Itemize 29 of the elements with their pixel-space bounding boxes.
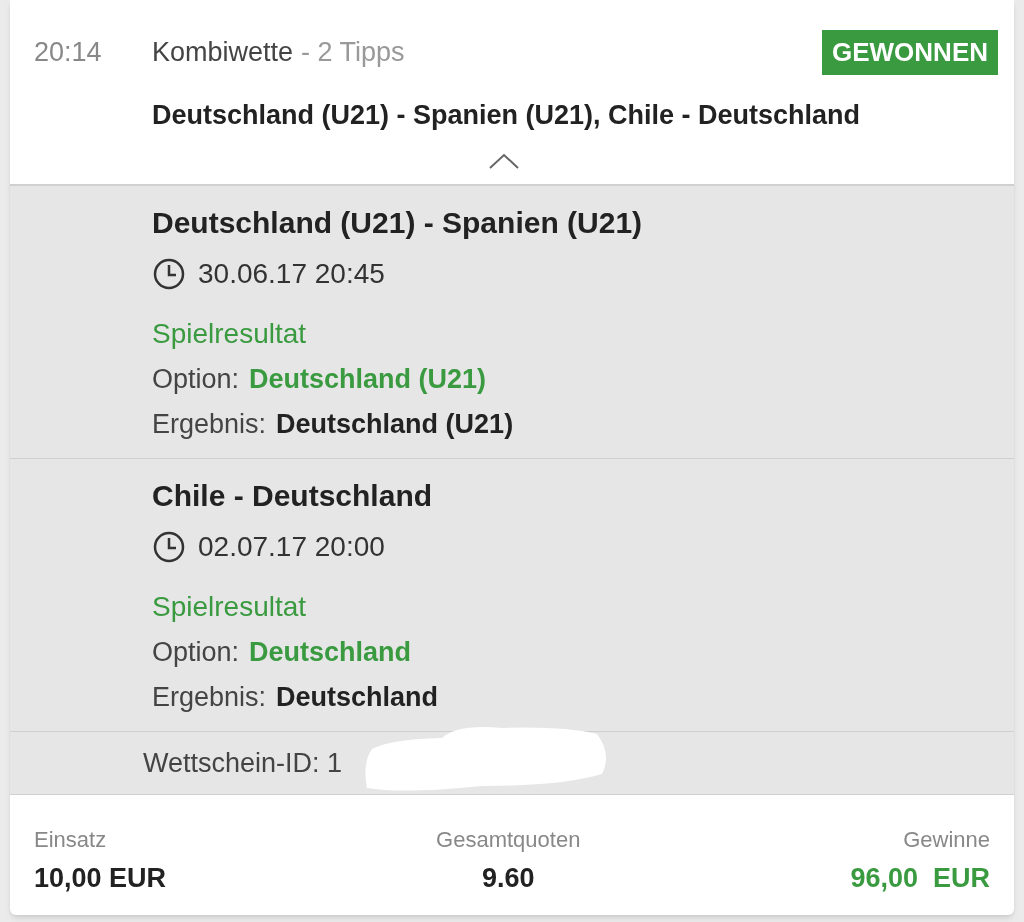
match-title: Chile - Deutschland — [152, 478, 434, 514]
result-value: Deutschland — [276, 680, 439, 714]
stake-label: Einsatz — [34, 826, 108, 854]
total-odds-label: Gesamtquoten — [436, 826, 581, 854]
option-label: Option: — [152, 363, 240, 396]
winnings-value: 96,00 EUR — [850, 862, 990, 895]
option-value: Deutschland — [249, 636, 412, 669]
bet-time: 20:14 — [33, 36, 103, 70]
total-odds-value: 9.60 — [481, 862, 535, 895]
collapse-chevron-icon[interactable] — [488, 151, 520, 170]
matches-summary: Deutschland (U21) - Spanien (U21), Chile - Deutschland — [152, 99, 862, 132]
status-badge: GEWONNEN — [822, 30, 998, 75]
bet-slip-id: Wettschein-ID: 1 — [143, 746, 343, 780]
option-value: Deutschland (U21) — [249, 363, 487, 396]
clock-icon — [152, 530, 186, 564]
market-name: Spielresultat — [152, 317, 308, 351]
match-title: Deutschland (U21) - Spanien (U21) — [152, 205, 644, 241]
tip-count: - 2 Tipps — [301, 36, 405, 70]
option-label: Option: — [152, 636, 240, 669]
match-datetime: 02.07.17 20:00 — [198, 530, 385, 564]
stake-value: 10,00 EUR — [34, 862, 167, 895]
result-label: Ergebnis: — [152, 407, 267, 441]
clock-icon — [152, 257, 186, 291]
result-label: Ergebnis: — [152, 680, 267, 714]
market-name: Spielresultat — [152, 590, 308, 624]
bet-type: Kombiwette — [152, 36, 294, 70]
winnings-label: Gewinne — [903, 826, 990, 854]
match-datetime: 30.06.17 20:45 — [198, 257, 385, 291]
result-value: Deutschland (U21) — [276, 407, 514, 441]
